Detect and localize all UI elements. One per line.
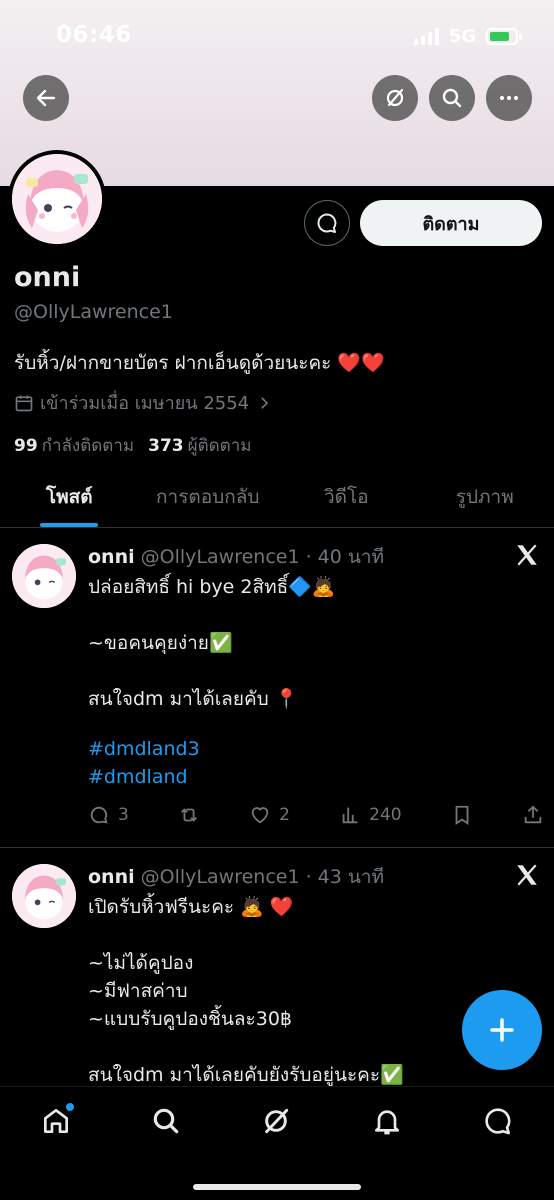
status-indicators: 5G: [413, 26, 522, 47]
follow-counts: 99 กำลังติดตาม 373 ผู้ติดตาม: [14, 432, 251, 459]
network-type: 5G: [448, 26, 476, 47]
tweet[interactable]: onni @OllyLawrence1 · 40 นาที ปล่อยสิทธิ…: [0, 528, 554, 848]
nav-messages[interactable]: [478, 1101, 518, 1141]
like-count: 2: [279, 805, 290, 825]
grok-icon: [265, 1108, 289, 1134]
tweet-text-line: สนใจdm มาได้เลยคับ 📍: [88, 688, 299, 710]
compose-button[interactable]: [462, 990, 542, 1070]
following-link[interactable]: 99 กำลังติดตาม: [14, 432, 134, 459]
followers-link[interactable]: 373 ผู้ติดตาม: [148, 432, 251, 459]
tweet-handle-time: @OllyLawrence1 · 40 นาที: [140, 546, 385, 568]
profile-avatar[interactable]: [8, 150, 106, 248]
nav-search[interactable]: [146, 1101, 186, 1141]
tweet-actions: 3 2 240: [88, 804, 544, 826]
messages-icon: [485, 1108, 511, 1135]
tab-photos[interactable]: รูปภาพ: [416, 470, 554, 527]
message-icon: [317, 213, 337, 233]
search-button[interactable]: [429, 75, 475, 121]
tweet-handle-time: @OllyLawrence1 · 43 นาที: [140, 866, 385, 888]
tab-videos[interactable]: วิดีโอ: [277, 470, 416, 527]
tweet-text-line: ปล่อยสิทธิ์ hi bye 2สิทธิ์🔷🙇: [88, 576, 336, 598]
tweet-text-line: ~แบบรับคูปองชิ้นละ30฿: [88, 1008, 293, 1030]
notification-dot: [66, 1103, 74, 1111]
following-count: 99: [14, 436, 38, 456]
retweet-button[interactable]: [178, 804, 200, 826]
search-icon: [442, 88, 462, 108]
bottom-navigation: [0, 1086, 554, 1200]
reply-icon: [90, 806, 108, 824]
share-button[interactable]: [522, 804, 544, 826]
retweet-icon: [181, 808, 197, 822]
followers-label: ผู้ติดตาม: [187, 436, 252, 456]
tweet-author-name: onni: [88, 546, 135, 568]
grok-icon: [386, 88, 404, 107]
tweet-author-name: onni: [88, 866, 135, 888]
calendar-icon: [15, 395, 33, 411]
hashtag-link[interactable]: #dmdland: [88, 766, 188, 788]
x-logo-icon: [517, 544, 537, 566]
tweet-text-line: ~ขอคนคุยง่าย✅: [88, 632, 233, 654]
back-button[interactable]: [23, 75, 69, 121]
joined-text: เข้าร่วมเมื่อ เมษายน 2554: [40, 393, 250, 414]
tweet-header: onni @OllyLawrence1 · 43 นาที: [88, 862, 384, 892]
signal-icon: [413, 28, 439, 45]
tweet-avatar[interactable]: [12, 864, 76, 928]
battery-icon: [486, 28, 522, 45]
tab-replies[interactable]: การตอบกลับ: [139, 470, 278, 527]
chevron-right-icon: [261, 396, 269, 409]
tweet-text-line: ~มีฟาสค่าบ: [88, 980, 188, 1002]
views-button[interactable]: 240: [339, 804, 402, 826]
status-bar: 06:46 5G: [0, 22, 554, 56]
nav-grok[interactable]: [256, 1101, 296, 1141]
compose-plus-icon: [490, 1018, 514, 1042]
nav-notifications[interactable]: [367, 1101, 407, 1141]
tweet-avatar[interactable]: [12, 544, 76, 608]
profile-bio: รับหิ้ว/ฝากขายบัตร ฝากเอ็นดูด้วยนะคะ ❤️❤…: [14, 352, 385, 374]
follow-button[interactable]: ติดตาม: [360, 200, 542, 246]
x-logo-icon: [517, 864, 537, 886]
tab-posts[interactable]: โพสต์: [0, 470, 139, 527]
tweet-text-line: ~ไม่ได้คูปอง: [88, 952, 194, 974]
reply-count: 3: [118, 805, 129, 825]
joined-date[interactable]: เข้าร่วมเมื่อ เมษายน 2554: [14, 388, 273, 417]
views-icon: [342, 807, 358, 824]
like-icon: [251, 807, 269, 824]
share-icon: [524, 805, 542, 824]
reply-button[interactable]: 3: [88, 804, 129, 826]
more-icon: [500, 96, 518, 100]
notifications-icon: [375, 1110, 399, 1135]
profile-handle: @OllyLawrence1: [14, 301, 173, 323]
tweet-text-line: เปิดรับหิ้วฟรีนะคะ 🙇 ❤️: [88, 896, 294, 918]
profile-name: onni: [14, 262, 81, 293]
tweet-header: onni @OllyLawrence1 · 40 นาที: [88, 542, 384, 572]
following-label: กำลังติดตาม: [41, 436, 135, 456]
message-button[interactable]: [304, 200, 350, 246]
like-button[interactable]: 2: [249, 804, 290, 826]
nav-home[interactable]: [36, 1101, 76, 1141]
search-icon: [153, 1108, 179, 1134]
back-arrow-icon: [36, 89, 56, 107]
bookmark-icon: [455, 805, 469, 825]
status-time: 06:46: [56, 22, 132, 48]
more-button[interactable]: [486, 75, 532, 121]
bookmark-button[interactable]: [451, 804, 473, 826]
views-count: 240: [369, 805, 402, 825]
profile-tabs: โพสต์ การตอบกลับ วิดีโอ รูปภาพ: [0, 470, 554, 528]
followers-count: 373: [148, 436, 184, 456]
home-indicator: [193, 1184, 361, 1190]
grok-button[interactable]: [372, 75, 418, 121]
avatar-image: [12, 154, 102, 244]
hashtag-link[interactable]: #dmdland3: [88, 738, 200, 760]
